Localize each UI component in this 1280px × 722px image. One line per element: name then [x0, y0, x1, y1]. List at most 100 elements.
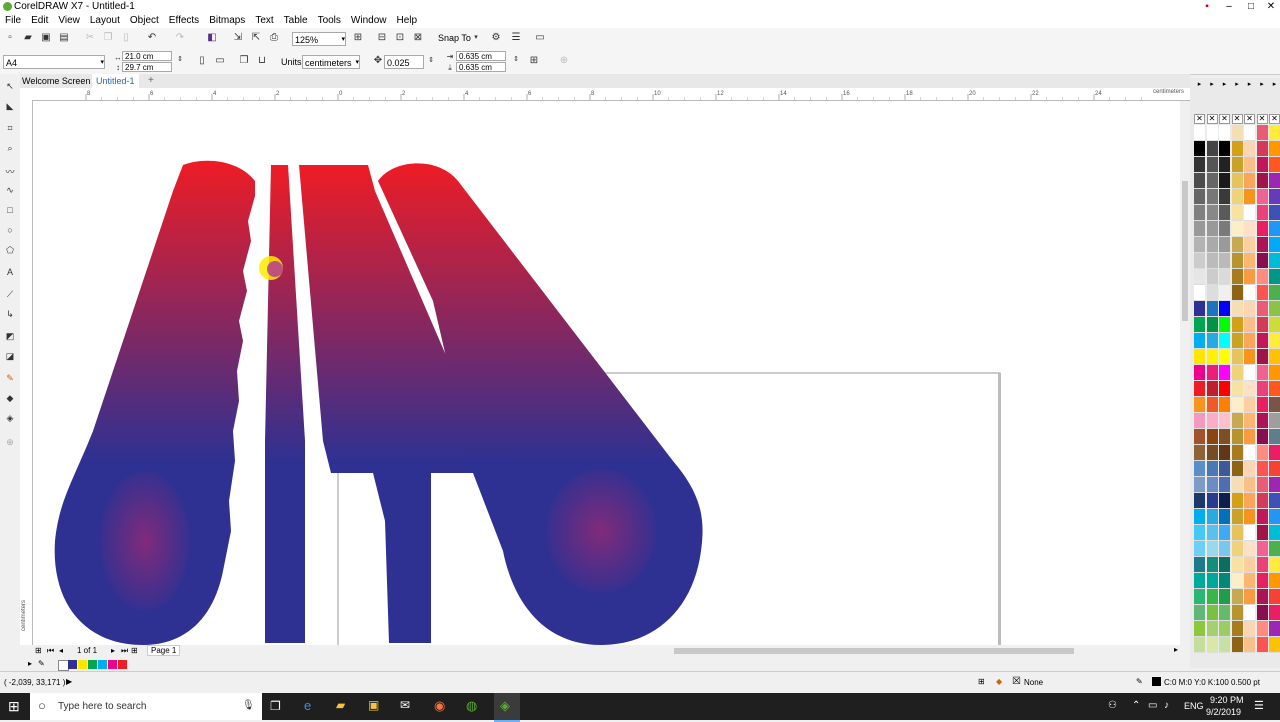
- palette-scroll-icon[interactable]: ▸: [1219, 80, 1230, 90]
- palette-swatch[interactable]: [1244, 173, 1255, 189]
- palette-swatch[interactable]: [1244, 365, 1255, 381]
- palette-swatch[interactable]: [1244, 237, 1255, 253]
- palette-swatch[interactable]: [1244, 141, 1255, 157]
- palette-swatch[interactable]: [1194, 413, 1205, 429]
- palette-swatch[interactable]: [1231, 509, 1243, 525]
- palette-swatch[interactable]: [1206, 381, 1218, 397]
- palette-swatch[interactable]: [1269, 445, 1280, 461]
- palette-swatch[interactable]: [1256, 349, 1268, 365]
- palette-swatch[interactable]: [1194, 189, 1205, 205]
- palette-swatch[interactable]: [1269, 237, 1280, 253]
- add-icon[interactable]: ⊕: [558, 55, 570, 67]
- palette-swatch[interactable]: [1244, 301, 1255, 317]
- tray-chevron-icon[interactable]: ⌃: [1132, 700, 1140, 711]
- polygon-tool-icon[interactable]: ⬠: [4, 244, 16, 256]
- palette-swatch[interactable]: [1244, 397, 1255, 413]
- zoom-level-select[interactable]: 125% ▾: [292, 32, 346, 46]
- palette-swatch[interactable]: [1231, 365, 1243, 381]
- palette-swatch[interactable]: [1244, 605, 1255, 621]
- palette-swatch[interactable]: [1269, 205, 1280, 221]
- palette-swatch[interactable]: [1206, 141, 1218, 157]
- pick-tool-icon[interactable]: ↖: [4, 80, 16, 92]
- palette-swatch[interactable]: [1231, 541, 1243, 557]
- palette-swatch[interactable]: [1244, 429, 1255, 445]
- palette-swatch[interactable]: [1219, 461, 1230, 477]
- letter-stem-shape[interactable]: [265, 165, 305, 643]
- palette-swatch[interactable]: [1194, 221, 1205, 237]
- palette-swatch[interactable]: [1231, 397, 1243, 413]
- palette-swatch[interactable]: [1206, 365, 1218, 381]
- palette-swatch[interactable]: [1244, 189, 1255, 205]
- palette-swatch[interactable]: [1244, 589, 1255, 605]
- palette-swatch[interactable]: [1269, 573, 1280, 589]
- palette-arrow-icon[interactable]: ▸: [28, 659, 32, 668]
- palette-swatch[interactable]: [1231, 285, 1243, 301]
- palette-swatch[interactable]: [1219, 125, 1230, 141]
- palette-swatch[interactable]: [1231, 333, 1243, 349]
- clock-time[interactable]: 9:20 PM: [1210, 695, 1244, 705]
- open-icon[interactable]: ▰: [22, 32, 34, 44]
- palette-swatch[interactable]: [1244, 349, 1255, 365]
- palette-swatch[interactable]: [1219, 285, 1230, 301]
- palette-swatch[interactable]: [1206, 173, 1218, 189]
- add-tool-icon[interactable]: ⊕: [4, 436, 16, 448]
- no-color-swatch[interactable]: ✕: [1269, 114, 1280, 124]
- paste-icon[interactable]: ▯: [120, 32, 132, 44]
- palette-swatch[interactable]: [1269, 269, 1280, 285]
- store-icon[interactable]: ▣: [368, 698, 379, 712]
- add-page-after-icon[interactable]: ⊞: [131, 646, 138, 655]
- palette-swatch[interactable]: [1219, 493, 1230, 509]
- firefox-icon[interactable]: ◉: [434, 698, 445, 714]
- palette-swatch[interactable]: [1219, 141, 1230, 157]
- palette-swatch[interactable]: [1231, 221, 1243, 237]
- palette-swatch[interactable]: [1244, 269, 1255, 285]
- palette-swatch[interactable]: [1231, 605, 1243, 621]
- mail-icon[interactable]: ✉: [400, 698, 410, 712]
- palette-swatch[interactable]: [1256, 301, 1268, 317]
- palette-swatch[interactable]: [1231, 477, 1243, 493]
- palette-swatch[interactable]: [1244, 333, 1255, 349]
- palette-swatch[interactable]: [1206, 493, 1218, 509]
- palette-swatch[interactable]: [1219, 349, 1230, 365]
- palette-swatch[interactable]: [1256, 205, 1268, 221]
- nudge-distance-field[interactable]: 0.025 cm: [384, 55, 424, 82]
- page-height-field[interactable]: 29.7 cm: [122, 62, 172, 72]
- palette-swatch[interactable]: [1206, 333, 1218, 349]
- palette-swatch[interactable]: [1194, 141, 1205, 157]
- palette-swatch[interactable]: [1244, 253, 1255, 269]
- shape-tool-icon[interactable]: ◣: [4, 100, 16, 112]
- palette-swatch[interactable]: [1231, 589, 1243, 605]
- current-page-icon[interactable]: ⊔: [256, 55, 268, 67]
- menu-tools[interactable]: Tools: [313, 14, 346, 28]
- palette-swatch[interactable]: [1194, 557, 1205, 573]
- add-tab-icon[interactable]: +: [148, 75, 154, 86]
- no-color-swatch[interactable]: ✕: [1219, 114, 1230, 124]
- palette-swatch[interactable]: [1256, 557, 1268, 573]
- palette-swatch[interactable]: [1269, 605, 1280, 621]
- print-icon[interactable]: ▤: [58, 32, 70, 44]
- palette-scroll-icon[interactable]: ▸: [1207, 80, 1218, 90]
- copy-icon[interactable]: ❐: [102, 32, 114, 44]
- palette-swatch[interactable]: [1194, 125, 1205, 141]
- palette-swatch[interactable]: [1231, 125, 1243, 141]
- palette-swatch[interactable]: [1194, 493, 1205, 509]
- treat-as-filled-icon[interactable]: ⊞: [528, 55, 540, 67]
- vertical-scroll-thumb[interactable]: [1182, 181, 1188, 321]
- palette-swatch[interactable]: [1244, 125, 1255, 141]
- palette-swatch[interactable]: [1256, 157, 1268, 173]
- palette-swatch[interactable]: [1219, 333, 1230, 349]
- menu-window[interactable]: Window: [346, 14, 392, 28]
- start-icon[interactable]: ⊞: [8, 698, 20, 715]
- page-size-select[interactable]: A4 ▾: [3, 55, 105, 69]
- palette-swatch[interactable]: [1244, 461, 1255, 477]
- palette-swatch[interactable]: [1206, 189, 1218, 205]
- palette-swatch[interactable]: [1219, 429, 1230, 445]
- palette-swatch[interactable]: [1256, 173, 1268, 189]
- menu-view[interactable]: View: [53, 14, 85, 28]
- palette-swatch[interactable]: [1256, 285, 1268, 301]
- menu-text[interactable]: Text: [250, 14, 278, 28]
- palette-swatch[interactable]: [1219, 573, 1230, 589]
- palette-swatch[interactable]: [1244, 285, 1255, 301]
- palette-swatch[interactable]: [1256, 381, 1268, 397]
- new-document-icon[interactable]: ▫: [4, 32, 16, 44]
